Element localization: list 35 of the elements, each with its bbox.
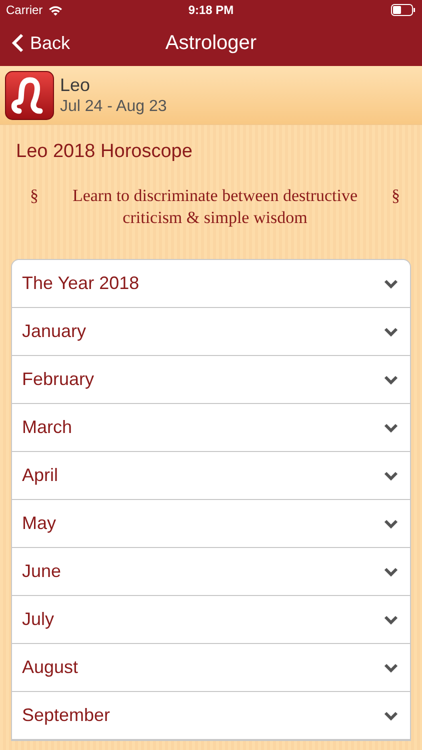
wifi-icon	[48, 4, 63, 16]
section-label: May	[22, 513, 56, 534]
chevron-down-icon	[384, 470, 398, 480]
chevron-down-icon	[384, 662, 398, 672]
section-label: August	[22, 657, 78, 678]
horoscope-heading: Leo 2018 Horoscope	[16, 141, 192, 163]
status-time: 9:18 PM	[188, 3, 234, 17]
quote-text: Learn to discriminate between destructive criticism & simple wisdom	[71, 185, 359, 229]
sign-name: Leo	[60, 74, 92, 96]
leo-sign-icon	[5, 70, 54, 120]
chevron-down-icon	[384, 278, 398, 288]
back-button[interactable]: Back	[0, 32, 70, 54]
section-label: The Year 2018	[22, 273, 140, 294]
section-row[interactable]: The Year 2018	[12, 260, 410, 308]
battery-icon	[390, 4, 416, 16]
chevron-down-icon	[384, 710, 398, 720]
section-label: January	[22, 321, 86, 342]
chevron-down-icon	[384, 566, 398, 576]
carrier-label: Carrier	[6, 3, 43, 17]
chevron-down-icon	[384, 518, 398, 528]
chevron-down-icon	[384, 374, 398, 384]
section-mark: §	[30, 185, 38, 207]
section-label: April	[22, 465, 58, 486]
sign-dates: Jul 24 - Aug 23	[60, 98, 167, 116]
chevron-down-icon	[384, 422, 398, 432]
chevron-down-icon	[384, 326, 398, 336]
screen-title: Astrologer	[165, 32, 257, 54]
section-mark: §	[392, 185, 400, 207]
section-label: July	[22, 609, 54, 630]
section-label: June	[22, 561, 62, 582]
section-label: February	[22, 369, 94, 390]
chevron-down-icon	[384, 614, 398, 624]
back-chevron-icon	[12, 33, 24, 53]
section-label: September	[22, 705, 110, 726]
section-label: March	[22, 417, 72, 438]
